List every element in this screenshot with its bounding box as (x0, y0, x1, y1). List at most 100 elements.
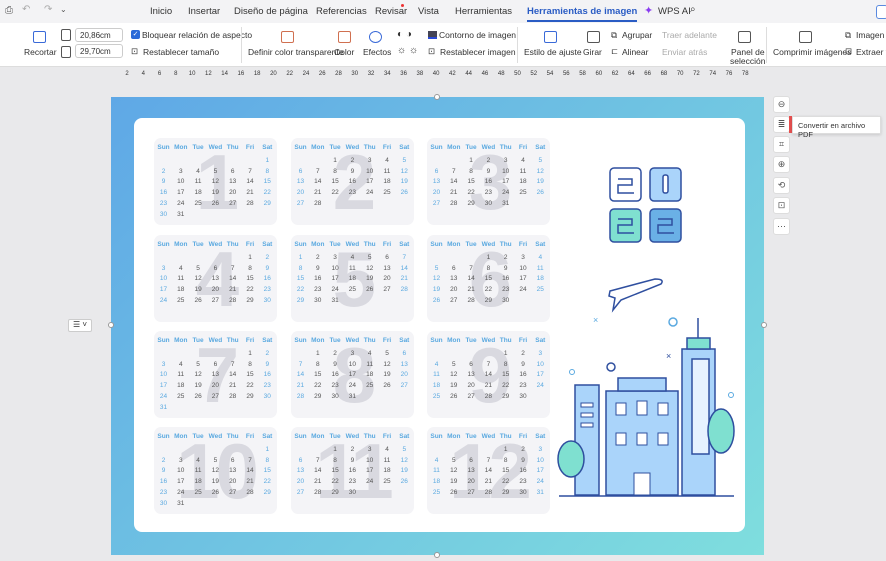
tab-diseno[interactable]: Diseño de página (234, 6, 308, 17)
city-illustration: ×× (557, 167, 735, 497)
tab-herramientas[interactable]: Herramientas (455, 6, 512, 17)
weekday-header: Fri (518, 241, 528, 248)
brightness-icon[interactable]: ◐ ◑ (397, 29, 412, 40)
day-cell: 21 (296, 382, 305, 390)
width-icon (61, 29, 71, 41)
tab-referencias[interactable]: Referencias (316, 6, 367, 17)
day-cell: 17 (159, 382, 168, 390)
bring-forward-button[interactable]: Traer adelante (662, 30, 717, 40)
resize-handle[interactable] (108, 322, 114, 328)
resize-handle[interactable] (434, 94, 440, 100)
redo-icon[interactable]: ↷ (44, 4, 52, 15)
crop-button[interactable]: Recortar (24, 47, 57, 57)
share-button[interactable] (876, 5, 886, 19)
day-cell: 8 (503, 456, 508, 464)
set-transparent-button[interactable]: Definir color transparente (248, 47, 343, 57)
day-cell: 12 (450, 371, 458, 379)
day-cell: 22 (263, 189, 271, 197)
image-to-button[interactable]: Imagen a (856, 30, 886, 40)
wps-ai-button[interactable]: WPS AI (658, 6, 691, 17)
search-icon[interactable]: ⌕ (690, 4, 696, 15)
resize-handle[interactable] (434, 552, 440, 558)
ribbon: Recortar 20,86cm 29,70cm ✓ Bloquear rela… (0, 23, 886, 67)
lock-aspect-checkbox[interactable]: ✓ (131, 30, 140, 39)
day-cell: 28 (400, 286, 408, 294)
group-button[interactable]: Agrupar (622, 30, 652, 40)
wrap-text-icon[interactable]: ≣ (773, 116, 790, 133)
day-cell: 30 (331, 392, 339, 400)
image-text-icon[interactable]: ⊡ (773, 197, 790, 214)
reset-size-icon: ⊡ (131, 46, 139, 56)
zoom-out-icon[interactable]: ⊖ (773, 96, 790, 113)
horizontal-ruler[interactable]: 2 4 6 8 10 12 14 16 18 20 22 24 26 28 30 32 34 36 38 40 42 44… (0, 68, 886, 81)
reset-size-button[interactable]: Restablecer tamaño (143, 47, 219, 57)
crop-icon[interactable]: ⌗ (773, 136, 790, 153)
ruler-tick: 26 (318, 71, 326, 77)
effects-button[interactable]: Efectos (363, 47, 391, 57)
day-cell: 12 (211, 467, 219, 475)
tab-revisar[interactable]: Revisar (375, 6, 407, 17)
day-cell: 11 (366, 360, 374, 368)
color-button[interactable]: Color (334, 47, 354, 57)
wrap-style-button[interactable]: Estilo de ajuste (524, 47, 582, 57)
day-cell: 13 (400, 360, 408, 368)
day-cell: 18 (366, 371, 374, 379)
weekday-header: Sat (399, 337, 410, 344)
chevron-down-icon[interactable]: ⌄ (60, 5, 67, 14)
weekday-header: Sun (430, 144, 443, 151)
outline-icon (428, 31, 437, 39)
calendar-image[interactable]: 1 Sun Mon Tue Wed Thu Fri Sat 1 2 3 4 5 6 7 8 9 10 11 12 13 1… (111, 97, 764, 555)
day-cell: 14 (400, 264, 408, 272)
layout-options-button[interactable]: ☰ ˅ (68, 319, 92, 332)
weekday-header: Sat (262, 144, 273, 151)
tab-inicio[interactable]: Inicio (150, 6, 172, 17)
contrast-icon[interactable]: ☼ ☼ (397, 45, 418, 56)
tab-insertar[interactable]: Insertar (188, 6, 220, 17)
ruler-tick: 16 (237, 71, 245, 77)
day-cell: 28 (450, 199, 458, 207)
day-cell: 23 (314, 286, 322, 294)
outline-button[interactable]: Contorno de imagen (439, 30, 516, 40)
tab-herramientas-imagen[interactable]: Herramientas de imagen (527, 6, 638, 22)
day-cell: 23 (502, 286, 510, 294)
day-cell: 10 (331, 264, 339, 272)
rotate-button[interactable]: Girar (583, 47, 602, 57)
compress-button[interactable]: Comprimir imágenes (773, 47, 851, 57)
wrap-icon (544, 31, 557, 43)
rotate-icon[interactable]: ⟲ (773, 177, 790, 194)
day-cell: 13 (450, 275, 458, 283)
lock-aspect-label[interactable]: Bloquear relación de aspecto (142, 30, 252, 40)
day-cell: 16 (502, 275, 510, 283)
day-cell: 13 (229, 467, 237, 475)
day-cell: 27 (467, 392, 475, 400)
day-cell: 6 (469, 360, 473, 368)
day-cell: 6 (213, 264, 218, 272)
print-preview-icon[interactable]: ⎙ (5, 5, 13, 16)
day-cell: 13 (467, 467, 475, 475)
more-icon[interactable]: ⋯ (773, 218, 790, 235)
day-cell: 15 (246, 371, 254, 379)
send-back-button[interactable]: Enviar atrás (662, 47, 707, 57)
zoom-in-icon[interactable]: ⊕ (773, 156, 790, 173)
tab-vista[interactable]: Vista (418, 6, 439, 17)
day-cell: 30 (159, 210, 168, 218)
day-cell: 23 (263, 286, 271, 294)
day-cell: 15 (314, 371, 322, 379)
height-input[interactable]: 29,70cm (75, 44, 123, 58)
day-cell: 19 (450, 382, 458, 390)
undo-icon[interactable]: ↶ (22, 4, 30, 15)
extract-text-button[interactable]: Extraer te (856, 47, 886, 57)
weekday-header: Thu (363, 337, 376, 344)
day-cell: 19 (450, 478, 458, 486)
align-button[interactable]: Alinear (622, 47, 648, 57)
day-cell: 2 (161, 167, 166, 175)
day-cell: 18 (177, 382, 185, 390)
ruler-tick: 76 (725, 71, 733, 77)
resize-handle[interactable] (761, 322, 767, 328)
day-cell: 20 (229, 189, 237, 197)
day-cell: 6 (230, 167, 235, 175)
day-cell: 20 (383, 275, 391, 283)
reset-image-button[interactable]: Restablecer imagen (440, 47, 516, 57)
width-input[interactable]: 20,86cm (75, 28, 123, 42)
day-cell: 30 (314, 296, 322, 304)
